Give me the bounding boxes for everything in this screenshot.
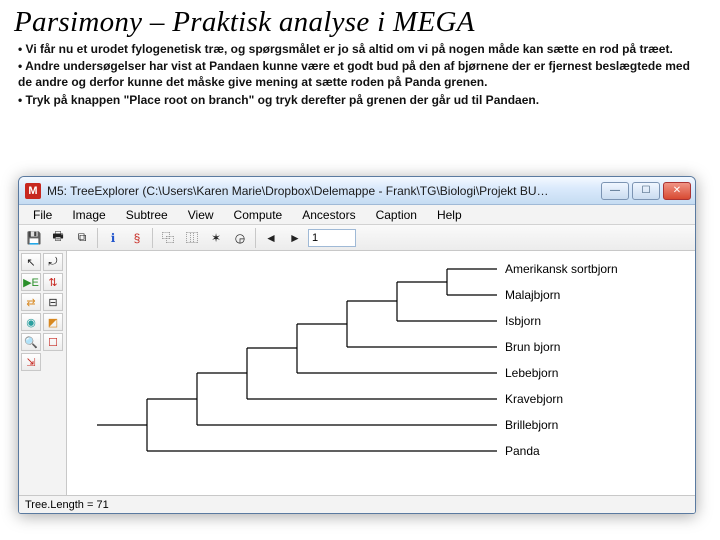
slide-bullet: • Vi får nu et urodet fylogenetisk træ, … <box>18 41 702 57</box>
toolbar-separator <box>97 228 98 248</box>
leaf-label[interactable]: Brillebjorn <box>505 418 558 432</box>
menu-file[interactable]: File <box>23 206 62 224</box>
menu-view[interactable]: View <box>178 206 224 224</box>
flip-tool-icon[interactable]: ⇅ <box>43 273 63 291</box>
leaf-label[interactable]: Amerikansk sortbjorn <box>505 262 618 276</box>
treeexplorer-window: M M5: TreeExplorer (C:\Users\Karen Marie… <box>18 176 696 514</box>
slide-title: Parsimony – Praktisk analyse i MEGA <box>0 0 720 39</box>
info-icon[interactable]: ℹ <box>102 228 124 248</box>
slide-bullet: • Andre undersøgelser har vist at Pandae… <box>18 58 702 90</box>
print-icon[interactable]: 🖶 <box>47 228 69 248</box>
maximize-button[interactable]: ☐ <box>632 182 660 200</box>
rotate-tool-icon[interactable]: ⤾ <box>43 253 63 271</box>
copy-icon[interactable]: ⧉ <box>71 228 93 248</box>
leaf-label[interactable]: Lebebjorn <box>505 366 558 380</box>
toolbar-separator <box>152 228 153 248</box>
menu-image[interactable]: Image <box>62 206 115 224</box>
highlight-tool-icon[interactable]: ◩ <box>43 313 63 331</box>
window-title: M5: TreeExplorer (C:\Users\Karen Marie\D… <box>47 184 601 198</box>
arrow-tool-icon[interactable]: ↖ <box>21 253 41 271</box>
options-icon[interactable]: § <box>126 228 148 248</box>
prev-tree-icon[interactable]: ◄ <box>260 228 282 248</box>
cladogram-svg <box>67 251 687 481</box>
close-button[interactable]: ✕ <box>663 182 691 200</box>
mega-app-icon: M <box>25 183 41 199</box>
tool-palette: ↖ ⤾ ▶E ⇅ ⇄ ⊟ ◉ ◩ 🔍 ☐ ⇲ <box>19 251 67 495</box>
leaf-label[interactable]: Panda <box>505 444 540 458</box>
root-tool-icon[interactable]: ▶E <box>21 273 41 291</box>
tree-topology-icon[interactable]: ⿻ <box>157 228 179 248</box>
slide-bullet: • Tryk på knappen "Place root on branch"… <box>18 92 702 108</box>
statusbar: Tree.Length = 71 <box>19 495 695 513</box>
compress-tool-icon[interactable]: ⇲ <box>21 353 41 371</box>
tree-number-field[interactable]: 1 <box>308 229 356 247</box>
tree-circle-icon[interactable]: ◶ <box>229 228 251 248</box>
swap-tool-icon[interactable]: ⇄ <box>21 293 41 311</box>
find-tool-icon[interactable]: 🔍 <box>21 333 41 351</box>
collapse-tool-icon[interactable]: ⊟ <box>43 293 63 311</box>
client-area: ↖ ⤾ ▶E ⇅ ⇄ ⊟ ◉ ◩ 🔍 ☐ ⇲ <box>19 251 695 495</box>
status-text: Tree.Length = 71 <box>25 499 109 511</box>
minimize-button[interactable]: — <box>601 182 629 200</box>
leaf-label[interactable]: Isbjorn <box>505 314 541 328</box>
titlebar[interactable]: M M5: TreeExplorer (C:\Users\Karen Marie… <box>19 177 695 205</box>
marker-tool-icon[interactable]: ◉ <box>21 313 41 331</box>
tree-radial-icon[interactable]: ✶ <box>205 228 227 248</box>
menu-help[interactable]: Help <box>427 206 472 224</box>
tree-canvas[interactable]: Amerikansk sortbjorn Malajbjorn Isbjorn … <box>67 251 695 495</box>
toolbar-separator <box>255 228 256 248</box>
menubar: File Image Subtree View Compute Ancestor… <box>19 205 695 225</box>
toolbar: 💾 🖶 ⧉ ℹ § ⿻ ⿲ ✶ ◶ ◄ ► 1 <box>19 225 695 251</box>
leaf-label[interactable]: Brun bjorn <box>505 340 560 354</box>
slide-body: • Vi får nu et urodet fylogenetisk træ, … <box>0 39 720 115</box>
next-tree-icon[interactable]: ► <box>284 228 306 248</box>
tree-rectangular-icon[interactable]: ⿲ <box>181 228 203 248</box>
menu-ancestors[interactable]: Ancestors <box>292 206 365 224</box>
leaf-label[interactable]: Kravebjorn <box>505 392 563 406</box>
menu-caption[interactable]: Caption <box>366 206 427 224</box>
leaf-label[interactable]: Malajbjorn <box>505 288 560 302</box>
save-icon[interactable]: 💾 <box>23 228 45 248</box>
menu-compute[interactable]: Compute <box>224 206 293 224</box>
select-tool-icon[interactable]: ☐ <box>43 333 63 351</box>
menu-subtree[interactable]: Subtree <box>116 206 178 224</box>
